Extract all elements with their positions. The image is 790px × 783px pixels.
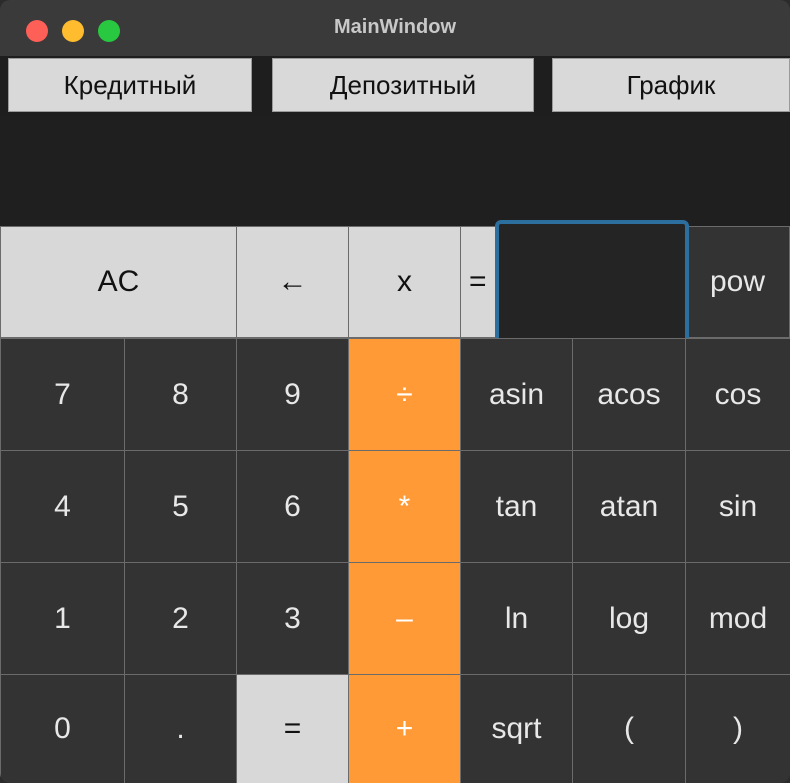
ln-button[interactable]: ln bbox=[460, 562, 573, 675]
tab-credit[interactable]: Кредитный bbox=[8, 58, 252, 112]
title-bar: MainWindow bbox=[0, 0, 790, 57]
x-value-input[interactable] bbox=[495, 220, 689, 344]
eight-button[interactable]: 8 bbox=[124, 338, 237, 451]
cos-button[interactable]: cos bbox=[685, 338, 790, 451]
divide-button[interactable]: ÷ bbox=[348, 338, 461, 451]
calculator-display bbox=[0, 116, 790, 226]
mode-tabs: Кредитный Депозитный График bbox=[0, 56, 790, 116]
close-paren-button[interactable]: ) bbox=[685, 674, 790, 783]
backspace-button[interactable]: ← bbox=[236, 226, 349, 338]
acos-button[interactable]: acos bbox=[572, 338, 686, 451]
minus-button[interactable]: – bbox=[348, 562, 461, 675]
sin-button[interactable]: sin bbox=[685, 450, 790, 563]
six-button[interactable]: 6 bbox=[236, 450, 349, 563]
asin-button[interactable]: asin bbox=[460, 338, 573, 451]
log-button[interactable]: log bbox=[572, 562, 686, 675]
sqrt-button[interactable]: sqrt bbox=[460, 674, 573, 783]
tan-button[interactable]: tan bbox=[460, 450, 573, 563]
tab-graph[interactable]: График bbox=[552, 58, 790, 112]
pow-button[interactable]: pow bbox=[685, 226, 790, 338]
three-button[interactable]: 3 bbox=[236, 562, 349, 675]
two-button[interactable]: 2 bbox=[124, 562, 237, 675]
tab-deposit[interactable]: Депозитный bbox=[272, 58, 534, 112]
open-paren-button[interactable]: ( bbox=[572, 674, 686, 783]
zero-button[interactable]: 0 bbox=[0, 674, 125, 783]
mod-button[interactable]: mod bbox=[685, 562, 790, 675]
x-variable-button[interactable]: x bbox=[348, 226, 461, 338]
nine-button[interactable]: 9 bbox=[236, 338, 349, 451]
plus-button[interactable]: + bbox=[348, 674, 461, 783]
decimal-point-button[interactable]: . bbox=[124, 674, 237, 783]
multiply-button[interactable]: * bbox=[348, 450, 461, 563]
x-equals-label: = bbox=[460, 226, 500, 338]
atan-button[interactable]: atan bbox=[572, 450, 686, 563]
equals-button[interactable]: = bbox=[236, 674, 349, 783]
one-button[interactable]: 1 bbox=[0, 562, 125, 675]
calculator-window: MainWindow Кредитный Депозитный График A… bbox=[0, 0, 790, 783]
four-button[interactable]: 4 bbox=[0, 450, 125, 563]
five-button[interactable]: 5 bbox=[124, 450, 237, 563]
clear-all-button[interactable]: AC bbox=[0, 226, 237, 338]
seven-button[interactable]: 7 bbox=[0, 338, 125, 451]
window-title: MainWindow bbox=[333, 16, 457, 38]
